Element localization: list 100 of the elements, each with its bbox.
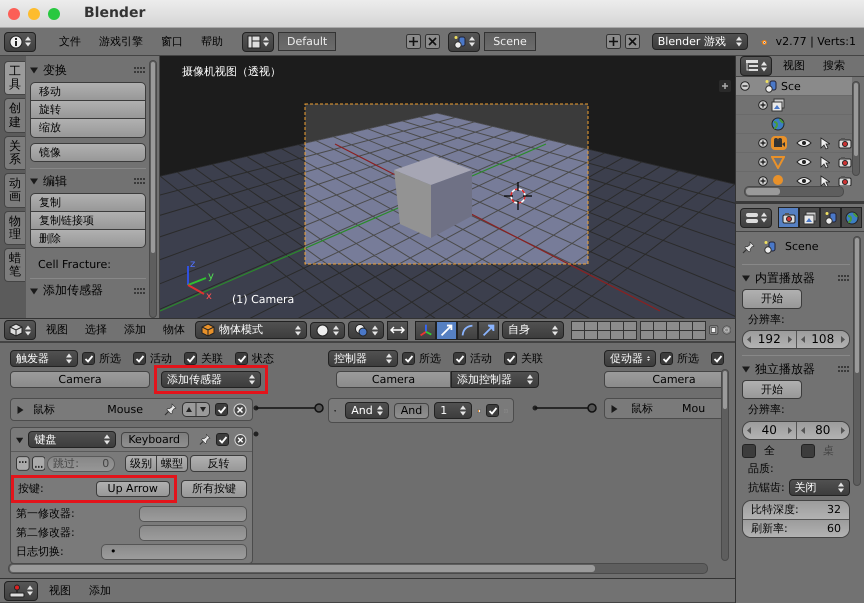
start-button[interactable]: 开始 [742, 380, 802, 400]
checkbox[interactable] [215, 403, 228, 416]
menu-item[interactable]: 视图 [39, 323, 75, 337]
menu-item[interactable]: 视图 [42, 584, 78, 598]
state-dropdown[interactable]: 1 [434, 402, 472, 420]
checkbox[interactable] [402, 352, 415, 366]
scrollbar[interactable] [853, 236, 861, 486]
pin-icon[interactable] [199, 433, 212, 446]
properties-tab[interactable] [820, 207, 841, 228]
editor-type-button[interactable] [4, 32, 36, 52]
pulse-toggle-icon[interactable] [16, 456, 30, 472]
grip-icon[interactable] [134, 178, 146, 184]
tap-button[interactable]: 螺型 [156, 455, 188, 472]
panel-title[interactable]: 变换 [43, 62, 67, 78]
checkbox[interactable] [133, 352, 146, 366]
tree-item-label[interactable]: Sce [781, 80, 801, 93]
checkbox[interactable] [711, 352, 724, 366]
collapse-icon[interactable] [740, 81, 750, 92]
expand-icon[interactable] [758, 157, 768, 168]
render-icon[interactable] [838, 156, 852, 168]
eye-icon[interactable] [796, 176, 812, 186]
menu-item[interactable]: 添加 [82, 584, 118, 598]
properties-tab[interactable] [799, 207, 820, 228]
panel-title[interactable]: 添加传感器 [43, 283, 103, 298]
tool-button[interactable]: 删除 [30, 229, 146, 248]
grip-icon[interactable] [134, 67, 146, 73]
manipulator-toggle[interactable] [387, 320, 408, 340]
scale-toggle[interactable] [478, 320, 499, 340]
input-field[interactable] [139, 524, 247, 541]
start-button[interactable]: 开始 [742, 289, 802, 309]
shelf-tab[interactable]: 关系 [4, 136, 25, 170]
orientation-dropdown[interactable]: 自身 [502, 321, 564, 339]
add-controller-dropdown[interactable]: 添加控制器 [451, 371, 539, 388]
checkbox[interactable] [486, 404, 500, 418]
controller-type-dropdown[interactable]: And [345, 402, 389, 420]
move-buttons-icon[interactable] [182, 402, 210, 417]
panel-title[interactable]: 内置播放器 [755, 271, 815, 286]
tool-button[interactable]: 复制 [30, 192, 146, 212]
editor-type-button[interactable] [740, 56, 772, 76]
sensor-type-dropdown[interactable]: 触发器 [10, 350, 78, 368]
add-icon[interactable] [606, 34, 621, 49]
shelf-tab[interactable]: 创建 [4, 98, 25, 133]
eye-icon[interactable] [796, 157, 812, 168]
scrollbar[interactable] [852, 81, 860, 176]
checkbox[interactable] [453, 352, 466, 366]
shelf-tab[interactable]: 动画 [4, 173, 25, 208]
expand-icon[interactable] [758, 100, 768, 110]
menu-item[interactable]: 搜索 [816, 59, 852, 73]
tool-button[interactable]: 旋转 [30, 100, 146, 120]
antialias-dropdown[interactable]: 关闭 [788, 478, 850, 496]
grip-icon[interactable] [838, 275, 850, 282]
input-field[interactable]: • [101, 544, 247, 560]
add-sensor-dropdown[interactable]: 添加传感器 [161, 371, 261, 388]
tool-button[interactable]: 缩放 [30, 118, 146, 138]
scrollbar[interactable] [8, 563, 708, 574]
cursor-arrow-icon[interactable] [820, 136, 830, 150]
all-keys-button[interactable]: 所有按键 [180, 480, 247, 498]
menu-item[interactable]: 选择 [78, 323, 114, 337]
invert-button[interactable]: 反转 [190, 455, 247, 472]
controller-name-field[interactable]: And [394, 402, 430, 419]
cursor-arrow-icon[interactable] [820, 174, 830, 186]
checkbox[interactable] [82, 352, 95, 366]
grip-icon[interactable] [134, 288, 146, 294]
shading-dropdown[interactable] [310, 322, 345, 338]
scrollbar[interactable] [744, 186, 844, 197]
arrow-toggle[interactable] [436, 320, 457, 340]
properties-tab[interactable] [778, 207, 799, 228]
eye-icon[interactable] [796, 138, 812, 148]
shelf-tab[interactable]: 蜡笔 [4, 248, 25, 282]
scene-button[interactable] [448, 32, 480, 52]
panel-title[interactable]: 编辑 [43, 174, 67, 188]
checkbox[interactable] [184, 352, 197, 366]
scrollbar[interactable] [149, 60, 157, 318]
render-engine-dropdown[interactable]: Blender 游戏 [652, 32, 748, 50]
pulse-toggle-icon[interactable] [32, 456, 46, 472]
panel-title[interactable]: 独立播放器 [755, 362, 815, 376]
layer-grid[interactable] [571, 320, 637, 340]
render-icon[interactable] [838, 137, 852, 150]
checkbox[interactable] [504, 352, 517, 366]
number-field[interactable]: 刷新率: 60 [743, 518, 849, 537]
menu-item[interactable]: 视图 [776, 59, 812, 73]
pin-icon[interactable] [742, 240, 755, 254]
add-icon[interactable] [406, 34, 422, 49]
checkbox[interactable] [235, 352, 248, 366]
checkbox[interactable] [660, 352, 673, 366]
scrollbar[interactable] [721, 369, 729, 561]
tool-button[interactable]: 镜像 [30, 142, 146, 162]
actuator-type-dropdown[interactable]: 促动器 [604, 350, 656, 368]
sensor-type-dropdown[interactable]: 键盘 [28, 431, 116, 448]
pin-icon[interactable] [164, 403, 177, 416]
screen-layout-button[interactable] [242, 32, 274, 52]
menu-item[interactable]: 添加 [117, 323, 153, 337]
number-field[interactable]: 比特深度: 32 [743, 500, 849, 519]
expand-icon[interactable] [758, 138, 768, 148]
editor-type-button[interactable] [4, 580, 38, 600]
menu-item[interactable]: 窗口 [154, 34, 190, 48]
sensor-name-field[interactable]: Keyboard [121, 432, 190, 448]
arc-toggle[interactable] [457, 320, 478, 340]
screen-layout-field[interactable]: Default [278, 32, 336, 52]
menu-item[interactable]: 帮助 [194, 34, 230, 48]
